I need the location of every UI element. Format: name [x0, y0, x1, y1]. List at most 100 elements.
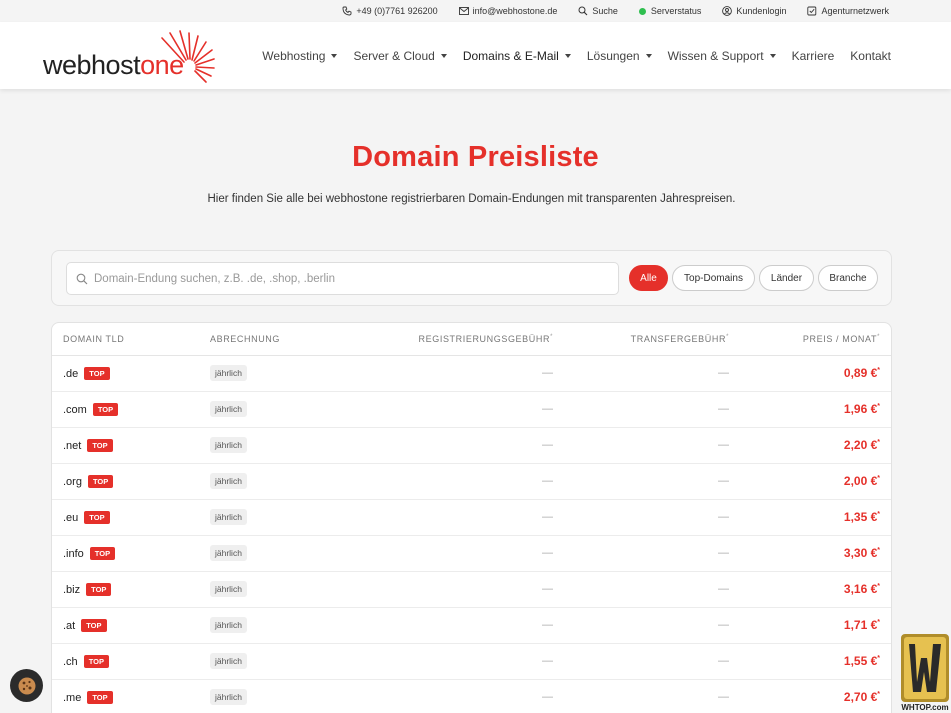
table-row: .com TOP jährlich — — 1,96 €*: [52, 392, 891, 428]
billing-tag: jährlich: [210, 653, 247, 669]
tld-name: .de: [63, 368, 79, 380]
billing-tag: jährlich: [210, 617, 247, 633]
agency-link[interactable]: Agenturnetzwerk: [807, 6, 889, 16]
registration-fee: —: [542, 583, 553, 595]
chevron-down-icon: [769, 53, 776, 58]
tld-name: .com: [63, 404, 87, 416]
site-logo[interactable]: webhostone: [43, 28, 223, 84]
chevron-down-icon: [564, 53, 571, 58]
price-cell: 3,16 €*: [844, 582, 880, 596]
registration-fee: —: [542, 655, 553, 667]
asterisk: *: [877, 367, 880, 374]
price-cell: 3,30 €*: [844, 546, 880, 560]
price-value: 2,70 €: [843, 690, 878, 704]
whtop-logo-icon: WHTOP.com: [901, 634, 949, 712]
asterisk: *: [877, 655, 880, 662]
search-field[interactable]: [66, 262, 619, 295]
domain-search-input[interactable]: [94, 272, 594, 285]
col-header-transfer: Transfergebühr*: [631, 334, 729, 344]
login-link[interactable]: Kundenlogin: [722, 6, 786, 16]
nav-domains-email-label: Domains & E-Mail: [462, 48, 559, 63]
price-cell: 1,71 €*: [844, 618, 880, 632]
nav-karriere-label: Karriere: [791, 48, 835, 63]
price-value: 2,00 €: [843, 474, 878, 488]
asterisk: *: [877, 403, 880, 410]
tld-cell: .biz TOP: [63, 583, 112, 596]
logo-sunburst-icon: [161, 30, 215, 83]
tld-name: .net: [63, 440, 82, 452]
registration-fee: —: [542, 511, 553, 523]
checklist-icon: [807, 6, 817, 16]
top-badge: TOP: [86, 583, 112, 596]
price-value: 3,16 €: [843, 582, 878, 596]
phone-text: +49 (0)7761 926200: [356, 6, 438, 16]
search-icon: [578, 6, 588, 16]
page-title: Domain Preisliste: [352, 141, 599, 173]
price-value: 1,35 €: [843, 510, 878, 524]
tld-cell: .eu TOP: [63, 511, 110, 524]
transfer-fee: —: [718, 367, 729, 379]
registration-fee: —: [542, 403, 553, 415]
chevron-down-icon: [331, 53, 338, 58]
top-badge: TOP: [81, 619, 107, 632]
table-row: .org TOP jährlich — — 2,00 €*: [52, 464, 891, 500]
filter-top-domains-button[interactable]: Top-Domains: [672, 265, 755, 291]
table-row: .at TOP jährlich — — 1,71 €*: [52, 608, 891, 644]
login-text: Kundenlogin: [736, 6, 787, 16]
asterisk: *: [877, 511, 880, 518]
transfer-fee: —: [718, 547, 729, 559]
chevron-down-icon: [440, 53, 447, 58]
nav-karriere[interactable]: Karriere: [792, 49, 835, 63]
mail-icon: [458, 7, 469, 15]
tld-cell: .at TOP: [63, 619, 107, 632]
phone-link[interactable]: +49 (0)7761 926200: [342, 6, 438, 16]
main-header: webhostone Webhosting Server & Cloud Dom…: [0, 22, 951, 89]
asterisk: *: [877, 334, 880, 340]
table-row: .biz TOP jährlich — — 3,16 €*: [52, 572, 891, 608]
tld-cell: .net TOP: [63, 439, 113, 452]
nav-loesungen[interactable]: Lösungen: [587, 49, 652, 63]
email-link[interactable]: info@webhostone.de: [458, 6, 558, 16]
nav-webhosting[interactable]: Webhosting: [262, 49, 338, 63]
billing-tag: jährlich: [210, 581, 247, 597]
asterisk: *: [726, 334, 729, 340]
filter-all-button[interactable]: Alle: [629, 265, 668, 291]
tld-cell: .org TOP: [63, 475, 114, 488]
top-bar: +49 (0)7761 926200 info@webhostone.de Su…: [0, 0, 951, 22]
nav-server-cloud-label: Server & Cloud: [353, 48, 435, 63]
search-text: Suche: [592, 6, 618, 16]
transfer-fee: —: [718, 583, 729, 595]
cookie-settings-button[interactable]: [10, 669, 43, 702]
nav-wissen-support[interactable]: Wissen & Support: [668, 49, 776, 63]
billing-tag: jährlich: [210, 401, 247, 417]
registration-fee: —: [542, 367, 553, 379]
email-text: info@webhostone.de: [472, 6, 558, 16]
filter-countries-button[interactable]: Länder: [759, 265, 814, 291]
asterisk: *: [550, 334, 553, 340]
transfer-fee: —: [718, 655, 729, 667]
price-cell: 1,96 €*: [844, 402, 880, 416]
price-value: 1,71 €: [843, 618, 878, 632]
nav-wissen-support-label: Wissen & Support: [667, 48, 764, 63]
transfer-fee: —: [718, 403, 729, 415]
filter-industry-button[interactable]: Branche: [818, 265, 878, 291]
nav-kontakt[interactable]: Kontakt: [850, 49, 891, 63]
tld-cell: .com TOP: [63, 403, 119, 416]
nav-server-cloud[interactable]: Server & Cloud: [353, 48, 447, 63]
serverstatus-link[interactable]: Serverstatus: [638, 6, 701, 16]
status-dot-icon: [638, 7, 646, 15]
table-row: .net TOP jährlich — — 2,20 €*: [52, 428, 891, 464]
billing-tag: jährlich: [210, 545, 247, 561]
search-link[interactable]: Suche: [578, 6, 618, 16]
billing-tag: jährlich: [210, 365, 247, 381]
nav-domains-email[interactable]: Domains & E-Mail: [463, 49, 571, 63]
top-badge: TOP: [83, 655, 109, 668]
asterisk: *: [877, 583, 880, 590]
price-value: 3,30 €: [843, 546, 878, 560]
asterisk: *: [877, 439, 880, 446]
top-badge: TOP: [87, 475, 114, 488]
billing-tag: jährlich: [210, 509, 247, 525]
tld-name: .info: [63, 548, 84, 560]
watermark-text: WHTOP.com: [901, 703, 948, 712]
transfer-fee: —: [718, 475, 729, 487]
